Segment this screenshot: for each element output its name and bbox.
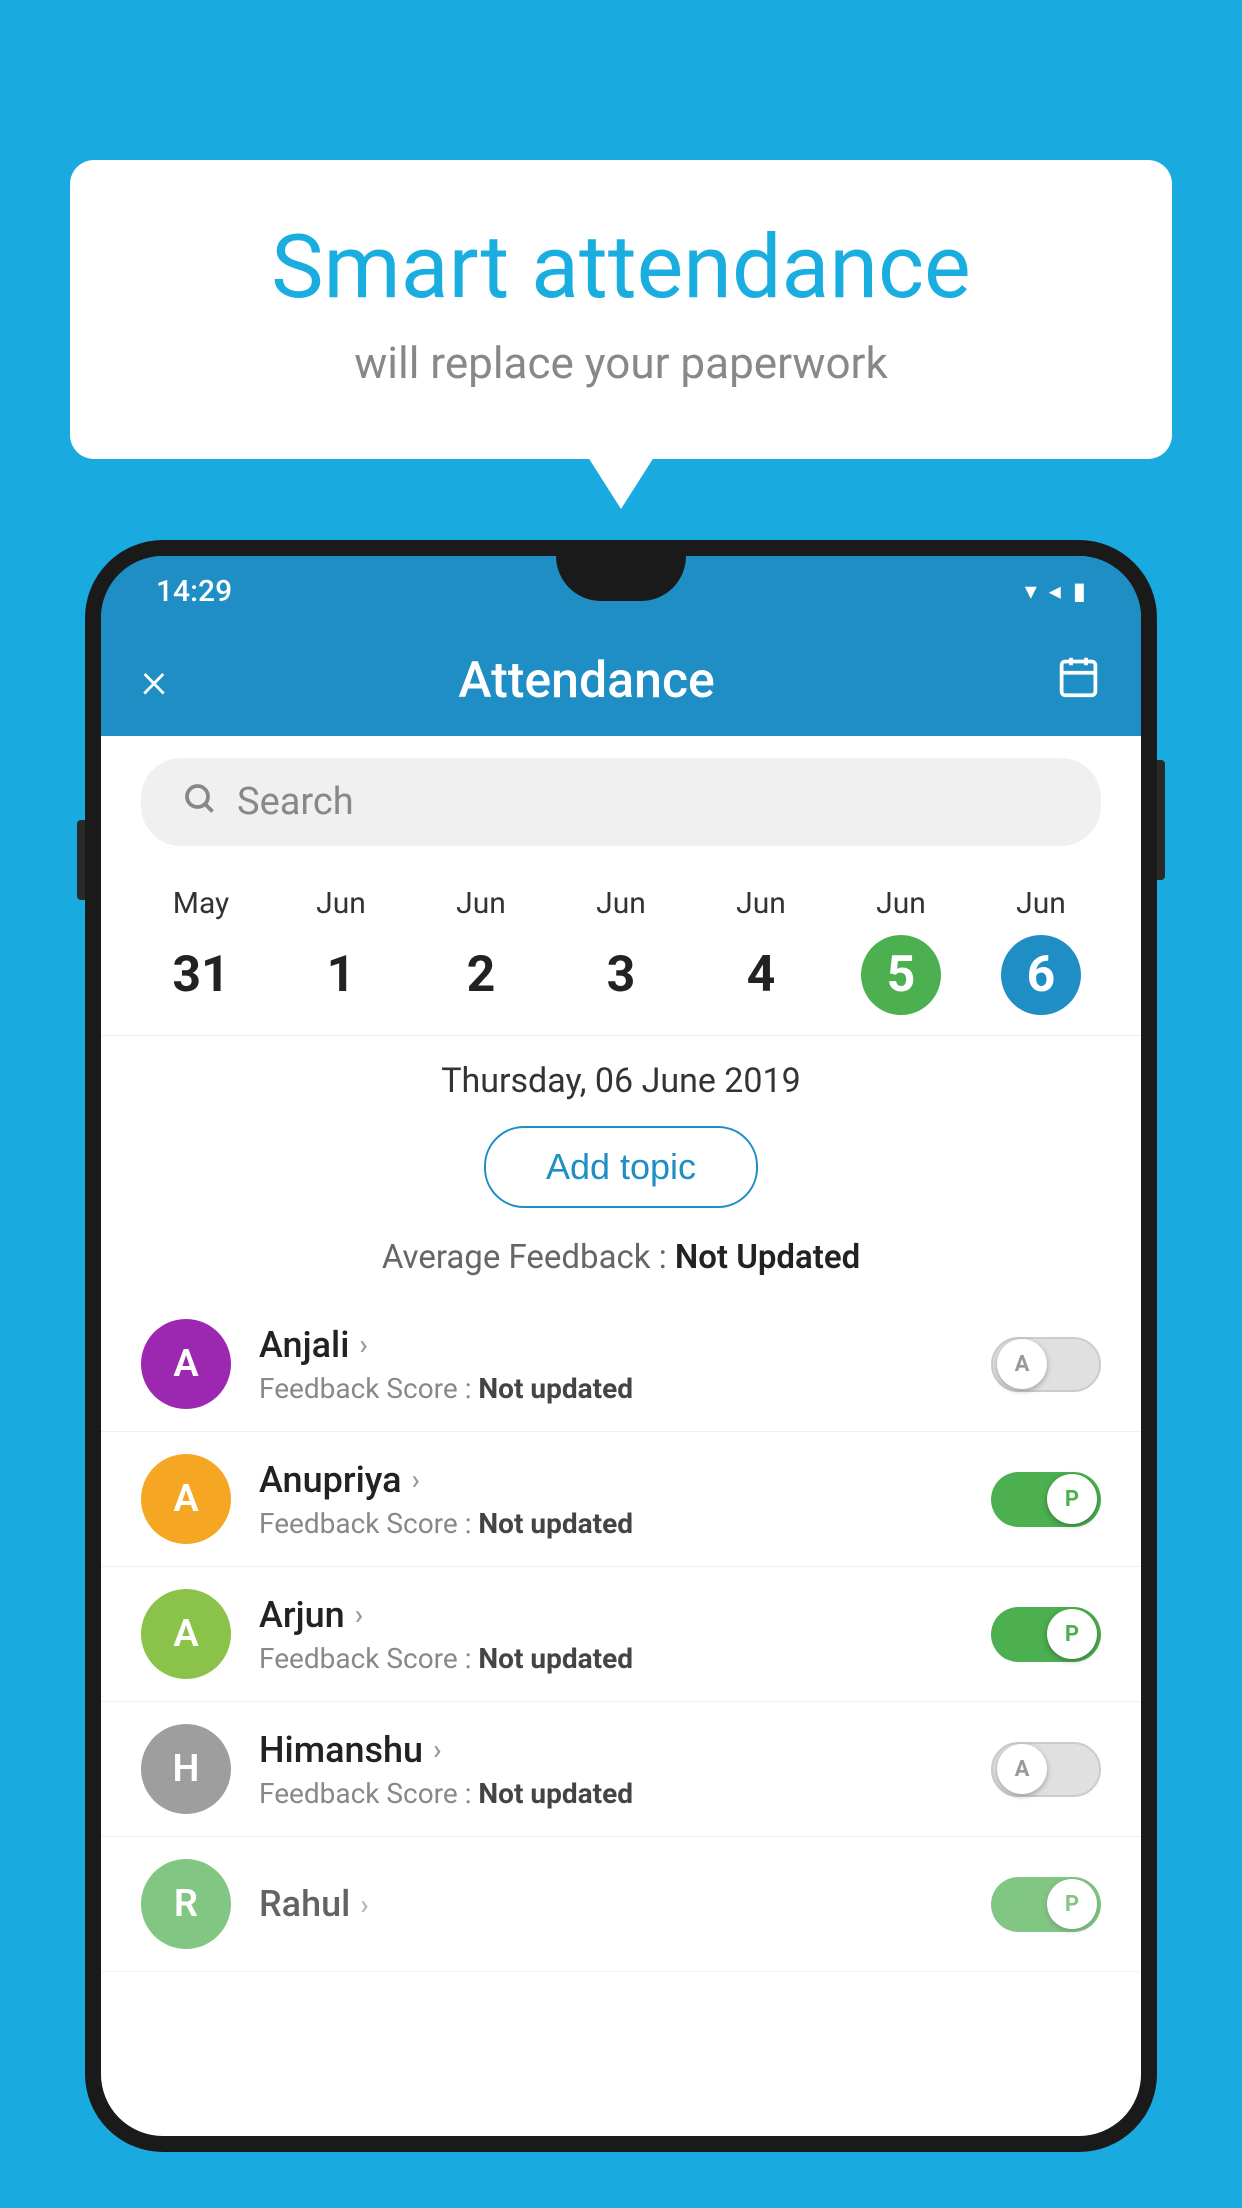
side-button-left — [77, 820, 85, 900]
status-time: 14:29 — [156, 574, 232, 609]
toggle-knob-himanshu: A — [997, 1744, 1047, 1794]
cal-month-6: Jun — [1016, 886, 1066, 921]
cal-day-may31[interactable]: May 31 — [161, 886, 241, 1015]
cal-num-5: 5 — [861, 935, 941, 1015]
cal-num-3: 3 — [581, 935, 661, 1015]
cal-day-jun5[interactable]: Jun 5 — [861, 886, 941, 1015]
student-list: A Anjali › Feedback Score : Not updated — [101, 1297, 1141, 1972]
cal-month-4: Jun — [736, 886, 786, 921]
toggle-knob-partial: P — [1047, 1879, 1097, 1929]
toggle-anupriya[interactable]: P — [991, 1472, 1101, 1527]
chevron-partial: › — [360, 1888, 368, 1921]
avg-feedback-value: Not Updated — [675, 1238, 860, 1277]
avatar-arjun: A — [141, 1589, 231, 1679]
student-name-himanshu: Himanshu › — [259, 1729, 963, 1771]
search-input-placeholder[interactable]: Search — [237, 780, 354, 824]
phone-container: 14:29 ▾ ◂ ▮ × Attendance — [85, 540, 1157, 2208]
add-topic-container: Add topic — [101, 1116, 1141, 1228]
student-info-anupriya: Anupriya › Feedback Score : Not updated — [259, 1459, 963, 1540]
toggle-knob-arjun: P — [1047, 1609, 1097, 1659]
status-bar-area: 14:29 ▾ ◂ ▮ — [101, 556, 1141, 626]
student-name-arjun: Arjun › — [259, 1594, 963, 1636]
calendar-strip: May 31 Jun 1 Jun 2 Jun 3 — [101, 861, 1141, 1036]
wifi-icon: ▾ — [1025, 577, 1037, 605]
student-info-partial: Rahul › — [259, 1883, 963, 1925]
search-bar[interactable]: Search — [141, 758, 1101, 846]
cal-day-jun2[interactable]: Jun 2 — [441, 886, 521, 1015]
cal-month-5: Jun — [876, 886, 926, 921]
cal-day-jun4[interactable]: Jun 4 — [721, 886, 801, 1015]
phone: 14:29 ▾ ◂ ▮ × Attendance — [85, 540, 1157, 2152]
speech-bubble-container: Smart attendance will replace your paper… — [70, 160, 1172, 459]
app-bar: × Attendance — [101, 626, 1141, 736]
cal-day-jun3[interactable]: Jun 3 — [581, 886, 661, 1015]
speech-bubble-title: Smart attendance — [150, 220, 1092, 317]
cal-day-jun1[interactable]: Jun 1 — [301, 886, 381, 1015]
toggle-arjun[interactable]: P — [991, 1607, 1101, 1662]
avatar-anjali: A — [141, 1319, 231, 1409]
side-button-right — [1157, 760, 1165, 880]
student-item-himanshu[interactable]: H Himanshu › Feedback Score : Not update… — [101, 1702, 1141, 1837]
avatar-partial: R — [141, 1859, 231, 1949]
cal-day-jun6[interactable]: Jun 6 — [1001, 886, 1081, 1015]
signal-icon: ◂ — [1049, 577, 1061, 605]
cal-num-1: 1 — [301, 935, 381, 1015]
search-container: Search — [101, 736, 1141, 861]
student-info-anjali: Anjali › Feedback Score : Not updated — [259, 1324, 963, 1405]
chevron-anjali: › — [359, 1328, 367, 1361]
student-item-anupriya[interactable]: A Anupriya › Feedback Score : Not update… — [101, 1432, 1141, 1567]
selected-date-label: Thursday, 06 June 2019 — [101, 1036, 1141, 1116]
student-item-partial[interactable]: R Rahul › P — [101, 1837, 1141, 1972]
chevron-himanshu: › — [433, 1733, 441, 1766]
battery-icon: ▮ — [1073, 577, 1086, 605]
toggle-knob-anjali: A — [997, 1339, 1047, 1389]
toggle-switch-anjali[interactable]: A — [991, 1337, 1101, 1392]
cal-num-0: 31 — [161, 935, 241, 1015]
avg-feedback: Average Feedback : Not Updated — [101, 1228, 1141, 1297]
chevron-anupriya: › — [412, 1463, 420, 1496]
cal-month-2: Jun — [456, 886, 506, 921]
status-icons: ▾ ◂ ▮ — [1025, 577, 1086, 605]
notch — [556, 556, 686, 601]
cal-month-1: Jun — [316, 886, 366, 921]
avatar-himanshu: H — [141, 1724, 231, 1814]
student-item-anjali[interactable]: A Anjali › Feedback Score : Not updated — [101, 1297, 1141, 1432]
search-icon — [181, 780, 217, 825]
screen-content: Search May 31 Jun 1 Jun 2 — [101, 736, 1141, 2136]
status-bar: 14:29 ▾ ◂ ▮ — [101, 556, 1141, 626]
student-feedback-himanshu: Feedback Score : Not updated — [259, 1777, 963, 1810]
chevron-arjun: › — [355, 1598, 363, 1631]
add-topic-button[interactable]: Add topic — [484, 1126, 758, 1208]
student-item-arjun[interactable]: A Arjun › Feedback Score : Not updated — [101, 1567, 1141, 1702]
toggle-switch-himanshu[interactable]: A — [991, 1742, 1101, 1797]
toggle-knob-anupriya: P — [1047, 1474, 1097, 1524]
student-info-himanshu: Himanshu › Feedback Score : Not updated — [259, 1729, 963, 1810]
toggle-switch-arjun[interactable]: P — [991, 1607, 1101, 1662]
cal-month-3: Jun — [596, 886, 646, 921]
toggle-anjali[interactable]: A — [991, 1337, 1101, 1392]
cal-month-0: May — [173, 886, 229, 921]
toggle-switch-partial[interactable]: P — [991, 1877, 1101, 1932]
student-name-partial: Rahul › — [259, 1883, 963, 1925]
student-feedback-anupriya: Feedback Score : Not updated — [259, 1507, 963, 1540]
student-feedback-anjali: Feedback Score : Not updated — [259, 1372, 963, 1405]
toggle-switch-anupriya[interactable]: P — [991, 1472, 1101, 1527]
phone-wrapper: 14:29 ▾ ◂ ▮ × Attendance — [85, 540, 1157, 2152]
app-bar-title: Attendance — [117, 652, 1056, 710]
calendar-icon[interactable] — [1056, 654, 1101, 709]
toggle-himanshu[interactable]: A — [991, 1742, 1101, 1797]
speech-bubble-subtitle: will replace your paperwork — [150, 337, 1092, 389]
student-feedback-arjun: Feedback Score : Not updated — [259, 1642, 963, 1675]
cal-num-4: 4 — [721, 935, 801, 1015]
student-name-anupriya: Anupriya › — [259, 1459, 963, 1501]
avatar-anupriya: A — [141, 1454, 231, 1544]
cal-num-2: 2 — [441, 935, 521, 1015]
student-name-anjali: Anjali › — [259, 1324, 963, 1366]
cal-num-6: 6 — [1001, 935, 1081, 1015]
speech-bubble: Smart attendance will replace your paper… — [70, 160, 1172, 459]
student-info-arjun: Arjun › Feedback Score : Not updated — [259, 1594, 963, 1675]
toggle-partial[interactable]: P — [991, 1877, 1101, 1932]
avg-feedback-label: Average Feedback : — [382, 1238, 675, 1277]
